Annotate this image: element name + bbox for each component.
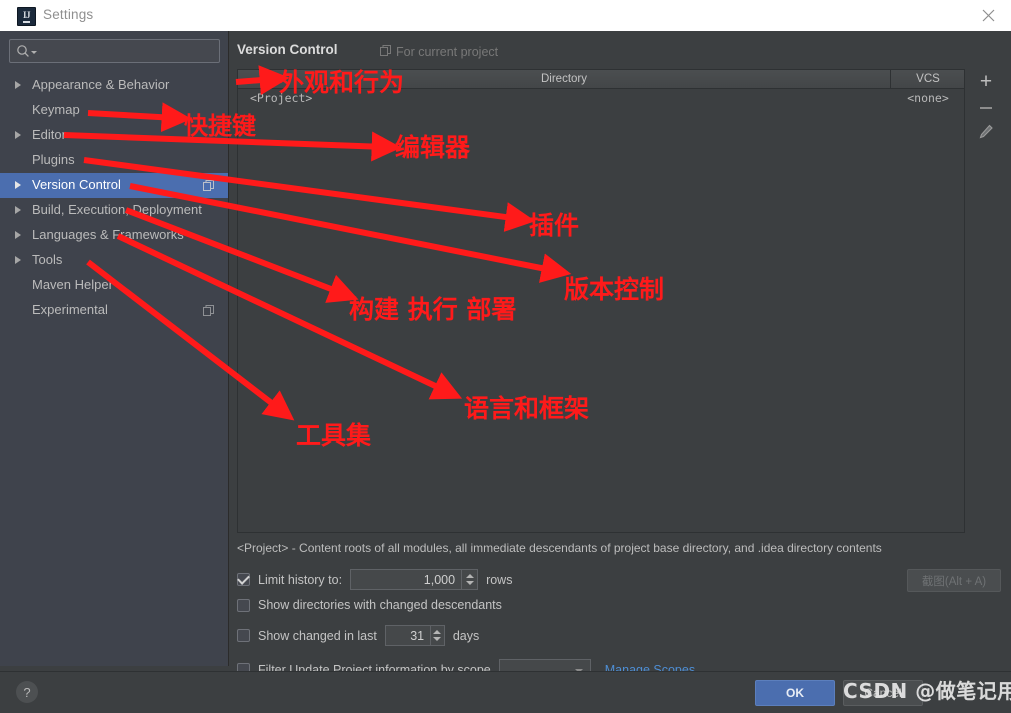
limit-history-row: Limit history to: 1,000 rows: [237, 569, 512, 590]
limit-history-suffix: rows: [486, 572, 513, 587]
csdn-watermark: CSDN @做笔记用: [843, 679, 1011, 703]
sidebar-item-label: Maven Helper: [32, 277, 113, 292]
search-icon: [16, 44, 40, 58]
limit-history-checkbox[interactable]: [237, 572, 250, 586]
project-scope-icon: [203, 179, 214, 194]
table-row[interactable]: <Project> <none>: [238, 89, 964, 110]
sidebar-item-label: Appearance & Behavior: [32, 77, 170, 92]
vcs-directory-table[interactable]: Directory VCS <Project> <none>: [237, 69, 965, 533]
show-changed-in-last-label: Show changed in last: [258, 628, 377, 643]
pencil-icon: [979, 124, 994, 144]
sidebar-item-experimental[interactable]: Experimental: [0, 298, 228, 323]
project-scope-label: For current project: [396, 45, 499, 59]
sidebar-item-appearance-behavior[interactable]: Appearance & Behavior: [0, 73, 228, 98]
expand-arrow-icon[interactable]: [15, 81, 21, 89]
expand-arrow-icon[interactable]: [15, 206, 21, 214]
show-changed-in-last-checkbox[interactable]: [237, 629, 250, 642]
sidebar-item-label: Build, Execution, Deployment: [32, 202, 202, 217]
show-changed-descendants-checkbox[interactable]: [237, 598, 250, 612]
cell-directory: <Project>: [250, 91, 313, 105]
sidebar-item-label: Keymap: [32, 102, 80, 117]
expand-arrow-icon[interactable]: [15, 231, 21, 239]
sidebar-item-editor[interactable]: Editor: [0, 123, 228, 148]
plus-icon: +: [979, 69, 993, 93]
sidebar-item-version-control[interactable]: Version Control: [0, 173, 228, 198]
expand-arrow-icon[interactable]: [15, 181, 21, 189]
dialog-body: Appearance & Behavior Keymap Editor Plugins…: [0, 31, 1011, 680]
search-input[interactable]: [9, 39, 220, 63]
minus-icon: [980, 107, 992, 109]
table-toolbar: +: [972, 69, 1000, 533]
remove-mapping-button[interactable]: [972, 95, 1000, 121]
sidebar-item-languages-frameworks[interactable]: Languages & Frameworks: [0, 223, 228, 248]
project-scope-icon: [203, 304, 214, 319]
days-stepper[interactable]: 31: [384, 625, 445, 646]
sidebar-item-label: Experimental: [32, 302, 108, 317]
sidebar-item-label: Version Control: [32, 177, 121, 192]
limit-history-stepper[interactable]: 1,000: [350, 569, 479, 590]
days-stepper-arrows-icon[interactable]: [430, 626, 444, 645]
sidebar-item-label: Tools: [32, 252, 63, 267]
settings-sidebar: Appearance & Behavior Keymap Editor Plugins…: [0, 31, 229, 666]
column-header-vcs[interactable]: VCS: [891, 70, 965, 88]
column-header-directory[interactable]: Directory: [238, 70, 891, 88]
settings-panel: Version Control For current project Dire…: [228, 31, 1011, 680]
window-titlebar: IJ Settings: [0, 0, 1011, 32]
sidebar-item-label: Plugins: [32, 152, 75, 167]
sidebar-item-plugins[interactable]: Plugins: [0, 148, 228, 173]
show-changed-descendants-row: Show directories with changed descendant…: [237, 598, 502, 612]
sidebar-item-tools[interactable]: Tools: [0, 248, 228, 273]
limit-history-label: Limit history to:: [258, 572, 343, 587]
expand-arrow-icon[interactable]: [15, 256, 21, 264]
add-mapping-button[interactable]: +: [972, 69, 1000, 95]
show-changed-descendants-label: Show directories with changed descendant…: [258, 598, 502, 612]
scope-description: <Project> - Content roots of all modules…: [237, 541, 882, 555]
show-changed-in-last-row: Show changed in last 31 days: [237, 625, 479, 646]
help-button[interactable]: ?: [16, 681, 38, 703]
sidebar-item-label: Editor: [32, 127, 66, 142]
edit-mapping-button[interactable]: [972, 121, 1000, 147]
sidebar-item-keymap[interactable]: Keymap: [0, 98, 228, 123]
limit-history-value[interactable]: 1,000: [351, 570, 461, 589]
ok-button[interactable]: OK: [755, 680, 835, 706]
days-value[interactable]: 31: [386, 626, 430, 645]
stepper-arrows-icon[interactable]: [461, 570, 477, 589]
close-icon[interactable]: [965, 0, 1011, 31]
expand-arrow-icon[interactable]: [15, 131, 21, 139]
panel-title: Version Control: [237, 42, 338, 57]
sidebar-item-maven-helper[interactable]: Maven Helper: [0, 273, 228, 298]
cell-vcs: <none>: [907, 91, 949, 105]
window-title: Settings: [43, 7, 94, 22]
screenshot-tool-hint[interactable]: 截图(Alt + A): [907, 569, 1001, 592]
settings-dialog: IJ Settings Appearance & Behavior Keymap E…: [0, 0, 1011, 713]
project-scope: For current project: [380, 45, 498, 59]
table-header: Directory VCS: [238, 70, 964, 89]
sidebar-item-label: Languages & Frameworks: [32, 227, 184, 242]
days-suffix: days: [452, 628, 480, 643]
project-scope-icon: [380, 45, 391, 59]
sidebar-item-build-execution-deployment[interactable]: Build, Execution, Deployment: [0, 198, 228, 223]
settings-tree: Appearance & Behavior Keymap Editor Plugins…: [0, 73, 228, 323]
intellij-idea-icon: IJ: [17, 7, 36, 26]
